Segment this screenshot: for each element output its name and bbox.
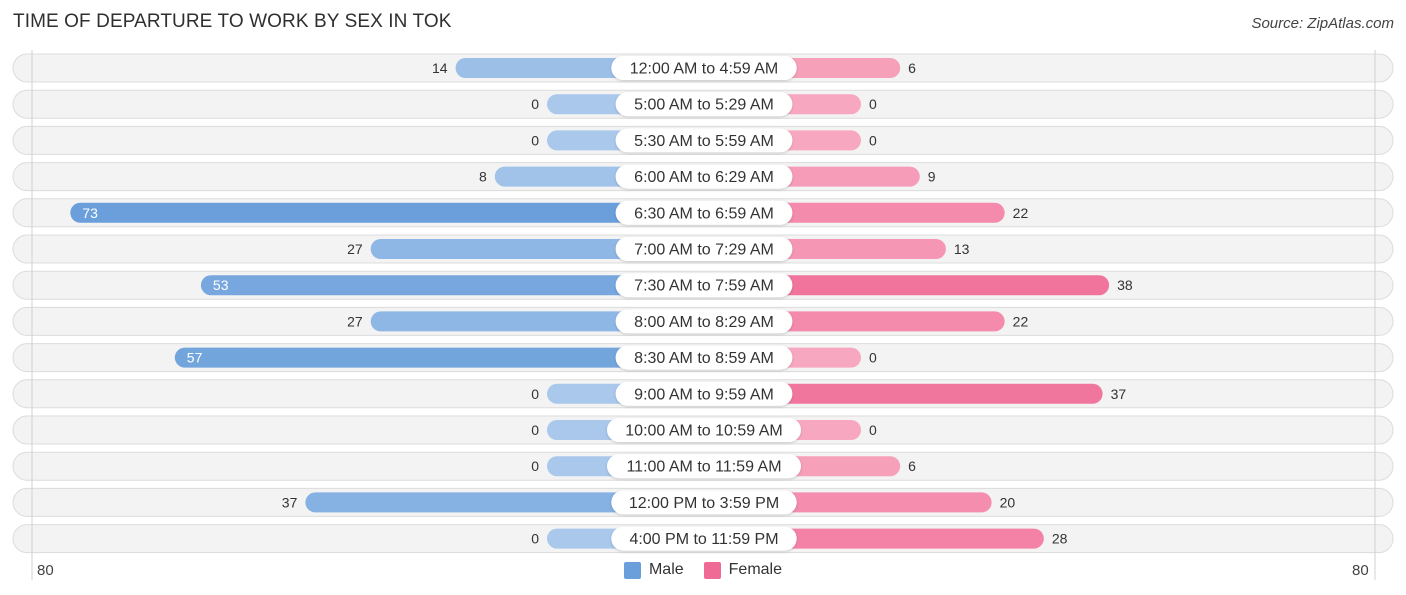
value-label-male: 0 <box>531 132 539 148</box>
value-label-male: 37 <box>282 494 298 510</box>
category-label-text: 6:00 AM to 6:29 AM <box>634 169 774 186</box>
category-label: 11:00 AM to 11:59 AM <box>607 454 801 479</box>
value-label-female: 9 <box>928 169 936 185</box>
category-label: 10:00 AM to 10:59 AM <box>607 418 801 442</box>
category-label: 7:00 AM to 7:29 AM <box>615 237 793 261</box>
category-label-text: 11:00 AM to 11:59 AM <box>626 459 781 476</box>
value-label-male: 57 <box>187 350 203 366</box>
value-label-male: 0 <box>531 96 539 112</box>
category-label-text: 5:00 AM to 5:29 AM <box>634 97 774 114</box>
value-label-female: 0 <box>869 350 877 366</box>
category-label: 8:00 AM to 8:29 AM <box>615 309 793 334</box>
category-label: 5:30 AM to 5:59 AM <box>615 128 793 153</box>
category-label-text: 6:30 AM to 6:59 AM <box>634 205 774 222</box>
category-label: 9:00 AM to 9:59 AM <box>615 381 793 406</box>
legend-swatch-female <box>703 561 721 579</box>
value-label-male: 0 <box>531 422 539 438</box>
category-label-text: 12:00 AM to 4:59 AM <box>630 61 779 78</box>
value-label-female: 22 <box>1013 313 1029 329</box>
value-label-female: 13 <box>954 241 970 257</box>
value-label-female: 0 <box>869 132 877 148</box>
chart-plot: 14 6 12:00 AM to 4:59 AM 0 0 5:00 AM to 5:29 … <box>12 50 1394 580</box>
value-label-female: 20 <box>1000 494 1016 510</box>
category-label-text: 4:00 PM to 11:59 PM <box>629 531 778 548</box>
value-label-male: 0 <box>531 531 539 547</box>
value-label-female: 38 <box>1117 277 1133 293</box>
category-label: 12:00 AM to 4:59 AM <box>611 56 797 80</box>
category-label-text: 9:00 AM to 9:59 AM <box>634 386 774 403</box>
value-label-male: 53 <box>213 277 229 293</box>
category-label: 12:00 PM to 3:59 PM <box>611 490 797 515</box>
value-label-female: 6 <box>908 458 916 474</box>
value-label-female: 28 <box>1052 531 1068 547</box>
value-label-male: 27 <box>347 313 363 329</box>
category-label: 4:00 PM to 11:59 PM <box>611 526 797 551</box>
value-label-female: 0 <box>869 96 877 112</box>
bar-male[interactable] <box>70 202 704 223</box>
value-label-male: 8 <box>479 169 487 185</box>
value-label-female: 0 <box>869 422 877 438</box>
legend-label-female: Female <box>728 561 783 578</box>
category-label: 6:00 AM to 6:29 AM <box>615 164 793 189</box>
category-label: 8:30 AM to 8:59 AM <box>615 345 793 370</box>
legend-swatch-male <box>623 561 641 579</box>
value-label-female: 22 <box>1013 205 1029 221</box>
value-label-male: 0 <box>531 386 539 402</box>
legend-item-female[interactable]: Female <box>703 561 783 579</box>
legend: Male Female <box>0 561 1406 579</box>
category-label: 7:30 AM to 7:59 AM <box>615 273 793 298</box>
legend-label-male: Male <box>648 561 684 578</box>
value-label-male: 14 <box>432 60 448 76</box>
value-label-female: 37 <box>1111 386 1127 402</box>
value-label-male: 0 <box>531 458 539 474</box>
category-label: 6:30 AM to 6:59 AM <box>615 200 793 225</box>
category-label-text: 8:00 AM to 8:29 AM <box>634 314 774 331</box>
value-label-male: 27 <box>347 241 363 257</box>
category-label-text: 10:00 AM to 10:59 AM <box>625 423 782 440</box>
legend-item-male[interactable]: Male <box>623 561 684 579</box>
value-label-female: 6 <box>908 60 916 76</box>
category-label: 5:00 AM to 5:29 AM <box>615 92 793 117</box>
category-label-text: 8:30 AM to 8:59 AM <box>634 350 774 367</box>
category-label-text: 7:00 AM to 7:29 AM <box>634 242 774 259</box>
category-label-text: 7:30 AM to 7:59 AM <box>634 278 774 295</box>
category-label-text: 5:30 AM to 5:59 AM <box>634 133 774 150</box>
category-label-text: 12:00 PM to 3:59 PM <box>629 495 779 512</box>
value-label-male: 73 <box>82 205 98 221</box>
